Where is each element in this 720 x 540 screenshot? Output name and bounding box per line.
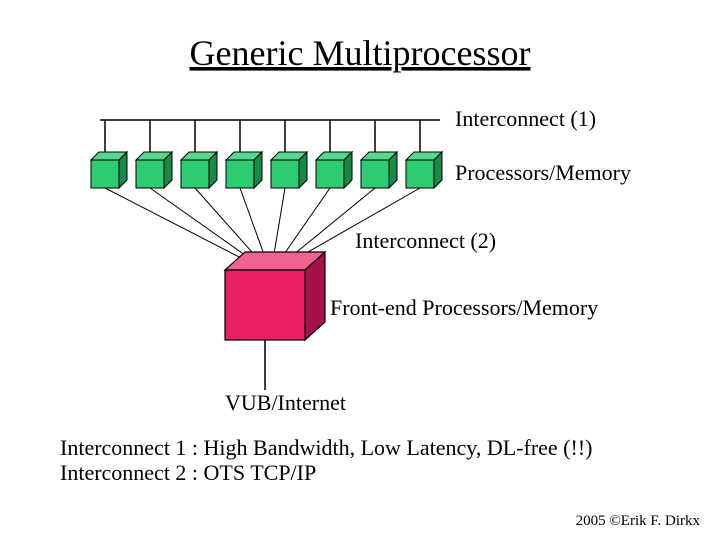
processor-box xyxy=(406,152,442,188)
processor-box xyxy=(271,152,307,188)
label-vub-internet: VUB/Internet xyxy=(225,390,346,415)
front-end-box xyxy=(225,252,325,340)
slide-title: Generic Multiprocessor xyxy=(190,33,531,73)
footer-copyright: 2005 ©Erik F. Dirkx xyxy=(576,513,701,529)
processor-box xyxy=(181,152,217,188)
processor-box xyxy=(316,152,352,188)
label-interconnect-2: Interconnect (2) xyxy=(355,228,496,253)
label-front-end: Front-end Processors/Memory xyxy=(330,295,598,320)
processor-box xyxy=(361,152,397,188)
note-line-2: Interconnect 2 : OTS TCP/IP xyxy=(60,460,316,485)
processor-box xyxy=(136,152,172,188)
label-interconnect-1: Interconnect (1) xyxy=(455,106,596,131)
diagram: Generic Multiprocessor Interconnect (1) xyxy=(0,0,720,540)
note-line-1: Interconnect 1 : High Bandwidth, Low Lat… xyxy=(60,435,592,460)
label-processors-memory: Processors/Memory xyxy=(455,160,631,185)
processor-box xyxy=(91,152,127,188)
processor-box xyxy=(226,152,262,188)
processor-boxes xyxy=(91,152,442,188)
